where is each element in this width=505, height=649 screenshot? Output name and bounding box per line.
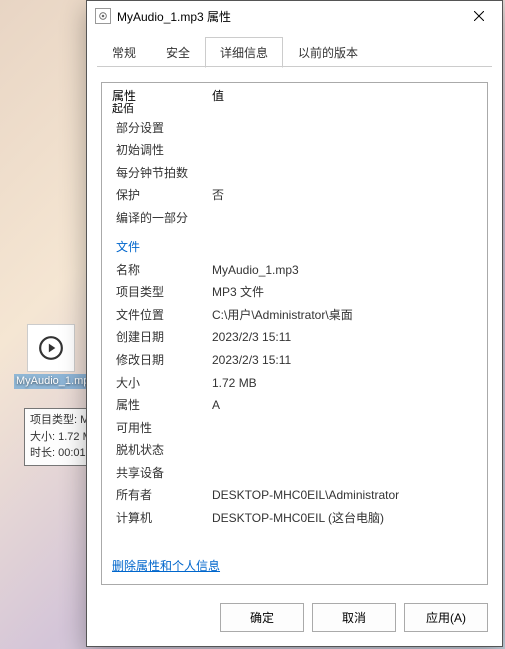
header-value: 值 (212, 89, 224, 117)
prop-row: 初始调性 (112, 139, 477, 162)
prop-row-size: 大小1.72 MB (112, 372, 477, 395)
close-button[interactable] (456, 1, 502, 31)
tab-security[interactable]: 安全 (151, 37, 205, 68)
prop-row: 可用性 (112, 417, 477, 440)
link-row: 删除属性和个人信息 (102, 543, 487, 584)
group-file: 文件 (112, 230, 477, 259)
prop-row-computer: 计算机DESKTOP-MHC0EIL (这台电脑) (112, 507, 477, 530)
tab-previous[interactable]: 以前的版本 (283, 37, 373, 68)
prop-row: 保护否 (112, 184, 477, 207)
header-property: 属性 (112, 89, 212, 103)
dialog-buttons: 确定 取消 应用(A) (87, 593, 502, 646)
tabstrip: 常规 安全 详细信息 以前的版本 (87, 31, 502, 68)
desktop-file-icon[interactable]: MyAudio_1.mp3 (14, 324, 88, 389)
ok-button[interactable]: 确定 (220, 603, 304, 632)
prop-row: 编译的一部分 (112, 207, 477, 230)
prop-row-owner: 所有者DESKTOP-MHC0EIL\Administrator (112, 484, 477, 507)
play-icon (38, 335, 64, 361)
property-list[interactable]: 部分设置 初始调性 每分钟节拍数 保护否 编译的一部分 文件 名称MyAudio… (102, 117, 487, 543)
prop-row-created: 创建日期2023/2/3 15:11 (112, 326, 477, 349)
details-panel: 属性 起佰 值 部分设置 初始调性 每分钟节拍数 保护否 编译的一部分 文件 名… (101, 82, 488, 585)
column-headers: 属性 起佰 值 (102, 83, 487, 117)
circle-icon (98, 11, 108, 21)
prop-row-modified: 修改日期2023/2/3 15:11 (112, 349, 477, 372)
file-thumbnail (27, 324, 75, 372)
prop-row-location: 文件位置C:\用户\Administrator\桌面 (112, 304, 477, 327)
tab-details[interactable]: 详细信息 (205, 37, 283, 68)
prop-row-name: 名称MyAudio_1.mp3 (112, 259, 477, 282)
tab-general[interactable]: 常规 (97, 37, 151, 68)
cancel-button[interactable]: 取消 (312, 603, 396, 632)
prop-row-attributes: 属性A (112, 394, 477, 417)
header-truncated: 起佰 (112, 103, 212, 116)
app-icon (95, 8, 111, 24)
prop-row: 部分设置 (112, 117, 477, 140)
remove-properties-link[interactable]: 删除属性和个人信息 (112, 559, 220, 573)
desktop-file-label: MyAudio_1.mp3 (14, 374, 88, 389)
close-icon (474, 11, 484, 21)
properties-dialog: MyAudio_1.mp3 属性 常规 安全 详细信息 以前的版本 属性 起佰 … (86, 0, 503, 647)
dialog-title: MyAudio_1.mp3 属性 (117, 8, 456, 25)
prop-row: 每分钟节拍数 (112, 162, 477, 185)
titlebar: MyAudio_1.mp3 属性 (87, 1, 502, 31)
apply-button[interactable]: 应用(A) (404, 603, 488, 632)
prop-row: 脱机状态 (112, 439, 477, 462)
prop-row: 共享设备 (112, 462, 477, 485)
prop-row-type: 项目类型MP3 文件 (112, 281, 477, 304)
